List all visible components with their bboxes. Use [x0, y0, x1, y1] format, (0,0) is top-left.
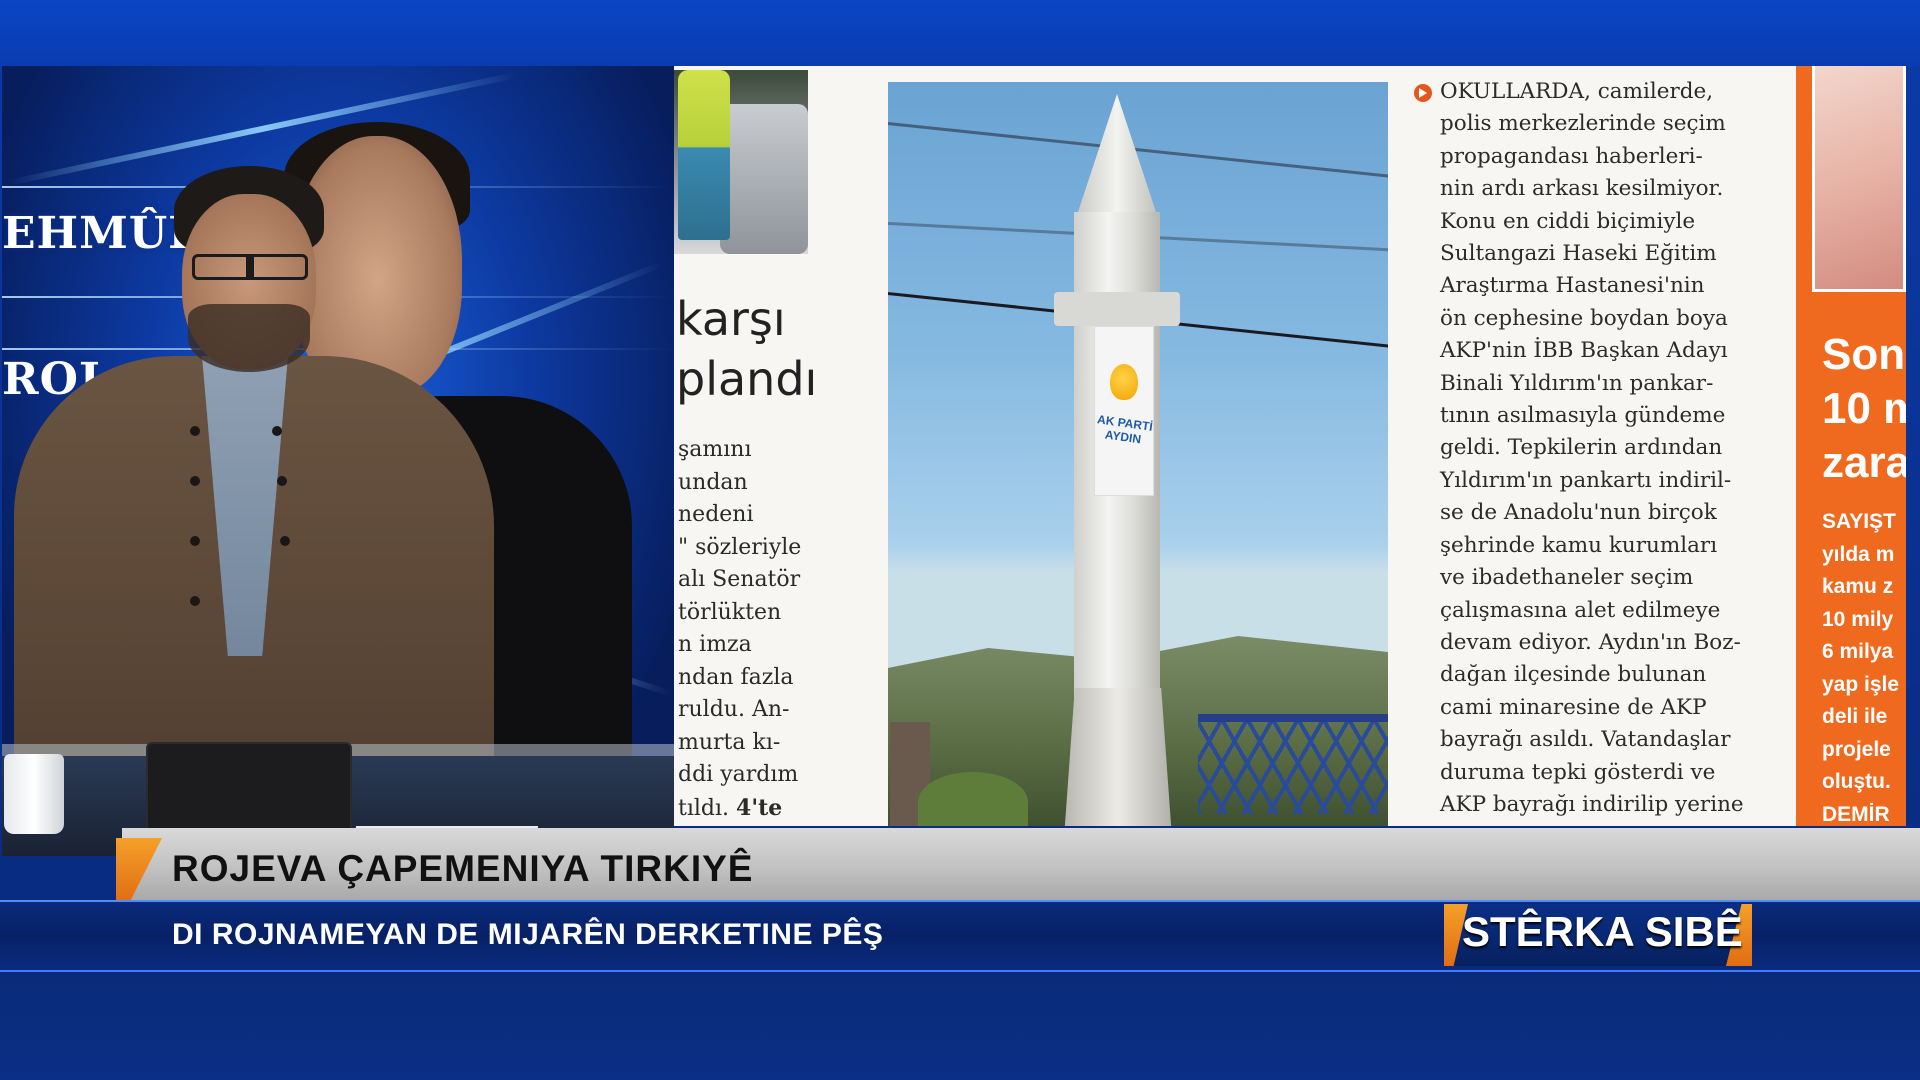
page-reference: 4'te	[736, 794, 783, 821]
newspaper-side-column: Son 10 m zara SAYIŞT yılda m kamu z 10 m…	[1796, 66, 1906, 826]
side-body-line: deli ile	[1822, 705, 1888, 728]
jacket-button	[277, 476, 287, 486]
minaret-photo: AK PARTİ AYDIN	[888, 82, 1388, 826]
left-body-line: ruldu. An-	[678, 697, 790, 722]
bottom-band	[0, 974, 1920, 1080]
side-headline-line: 10 m	[1822, 384, 1906, 433]
article-line: Konu en ciddi biçimiyle	[1440, 208, 1696, 234]
side-headline-line: zara	[1822, 438, 1906, 487]
minaret-balcony	[1054, 292, 1180, 326]
article-line: devam ediyor. Aydın'ın Boz-	[1440, 629, 1741, 655]
side-body-line: projele	[1822, 737, 1891, 761]
photo-steel-structure	[1198, 714, 1388, 814]
article-line: propagandası haberleri-	[1440, 143, 1703, 169]
article-body: OKULLARDA, camilerde, polis merkezlerind…	[1440, 76, 1744, 821]
left-body-line: alı Senatör	[678, 567, 801, 592]
left-body-line: nedeni	[678, 502, 754, 527]
side-headline-line: Son	[1822, 330, 1906, 379]
newspaper-small-photo	[674, 70, 808, 254]
left-body-last-line: tıldı. 4'te	[678, 792, 814, 826]
left-body-line: şamını	[678, 437, 752, 462]
article-line: tının asılmasıyla gündeme	[1440, 403, 1726, 429]
side-body-line: yılda m	[1822, 542, 1895, 566]
side-body-line: SAYIŞT	[1822, 510, 1896, 533]
article-line: duruma tepki gösterdi ve	[1440, 759, 1716, 785]
lower-third-subtitle: DI ROJNAMEYAN DE MIJARÊN DERKETINE PÊŞ	[172, 918, 884, 951]
left-body-line: tıldı.	[678, 795, 730, 821]
lower-third-title: ROJEVA ÇAPEMENIYA TIRKIYÊ	[172, 848, 754, 889]
left-body-line: undan	[678, 469, 748, 495]
left-body-text: şamını undan nedeni " sözleriyle alı Sen…	[678, 434, 814, 825]
side-body-line: 6 milya	[1822, 640, 1894, 663]
left-body-line: ndan fazla	[678, 664, 794, 690]
photo-car	[720, 104, 808, 254]
photo-worker	[678, 70, 730, 240]
newspaper-left-column: karşı plandı şamını undan nedeni " sözle…	[674, 66, 818, 826]
jacket-button	[272, 426, 282, 436]
side-body-line: 10 mily	[1822, 607, 1894, 631]
article-line: Binali Yıldırım'ın pankar-	[1440, 370, 1714, 396]
article-line: dağan ilçesinde bulunan	[1440, 662, 1707, 688]
article-line: ön cephesine boydan boya	[1440, 305, 1728, 331]
lightbulb-logo-icon	[1110, 364, 1138, 400]
left-headline-line-1: karşı	[676, 292, 786, 346]
article-bullet-icon	[1414, 84, 1432, 102]
article-line: Araştırma Hastanesi'nin	[1440, 273, 1705, 299]
photo-tree	[918, 772, 1028, 826]
jacket-button	[190, 536, 200, 546]
minaret-cone	[1074, 94, 1160, 224]
side-body-line: yap işle	[1822, 672, 1900, 696]
article-line: şehrinde kamu kurumları	[1440, 532, 1718, 558]
article-line: se de Anadolu'nun birçok	[1440, 500, 1717, 526]
party-banner	[1094, 326, 1154, 496]
left-body-line: murta kı-	[678, 729, 781, 755]
jacket-button	[190, 476, 200, 486]
anchor-glasses	[192, 254, 308, 280]
article-line: ve ibadethaneler seçim	[1440, 565, 1694, 591]
program-logo: STÊRKA SIBÊ	[1462, 908, 1743, 955]
jacket-button	[190, 596, 200, 606]
left-body-line: n imza	[678, 632, 752, 657]
article-line: polis merkezlerinde seçim	[1440, 111, 1726, 137]
jacket-button	[280, 536, 290, 546]
left-headline-line-2: plandı	[676, 352, 818, 406]
article-line: Sultangazi Haseki Eğitim	[1440, 241, 1717, 267]
article-line: nin ardı arkası kesilmiyor.	[1440, 176, 1724, 202]
side-body-line: kamu z	[1822, 575, 1894, 598]
tablet-device	[146, 742, 352, 842]
side-body-line: oluştu.	[1822, 770, 1891, 793]
minaret-base	[1064, 688, 1172, 826]
article-line: çalışmasına alet edilmeye	[1440, 597, 1721, 623]
article-line: AKP'nin İBB Başkan Adayı	[1440, 338, 1728, 364]
studio-video-panel: EHMÛD ROJ	[2, 66, 674, 856]
article-line: bayrağı asıldı. Vatandaşlar	[1440, 727, 1731, 753]
anchor-beard	[188, 304, 310, 372]
left-body-line: " sözleriyle	[678, 534, 802, 560]
top-band	[0, 0, 1920, 66]
article-line: geldi. Tepkilerin ardından	[1440, 435, 1723, 461]
article-line: AKP bayrağı indirilip yerine	[1440, 791, 1744, 817]
article-line: cami minaresine de AKP	[1440, 694, 1707, 720]
side-body-text: SAYIŞT yılda m kamu z 10 mily 6 milya ya…	[1822, 506, 1899, 826]
newspaper-page: karşı plandı şamını undan nedeni " sözle…	[674, 66, 1906, 826]
jacket-button	[190, 426, 200, 436]
article-line: OKULLARDA, camilerde,	[1440, 79, 1714, 104]
coffee-mug	[4, 754, 64, 834]
side-body-line: DEMİR	[1822, 802, 1890, 826]
article-line: Yıldırım'ın pankartı indiril-	[1440, 467, 1732, 493]
left-body-line: ddi yardım	[678, 762, 799, 787]
left-body-line: törlükten	[678, 599, 782, 625]
side-column-photo	[1812, 66, 1906, 292]
